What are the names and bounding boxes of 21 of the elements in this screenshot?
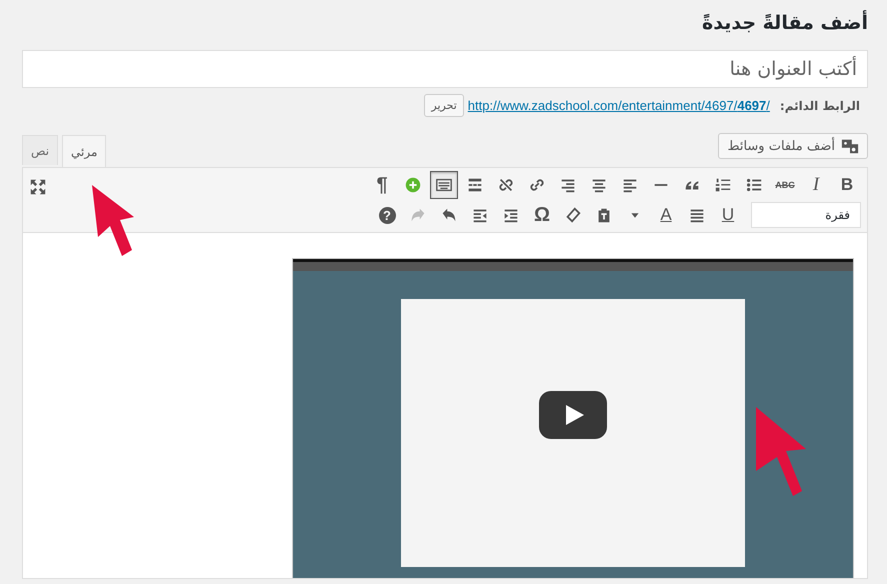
toolbar-button[interactable]: ABC — [771, 171, 799, 199]
permalink-link[interactable]: http://www.zadschool.com/entertainment/4697/4697/ — [468, 98, 770, 113]
toolbar-button[interactable]: I — [802, 171, 830, 199]
toolbar-toggle-icon[interactable] — [430, 171, 458, 199]
permalink-label: الرابط الدائم: — [780, 98, 860, 112]
page-title: أضف مقالةً جديدةً — [701, 9, 868, 36]
format-select[interactable]: فقرة — [751, 202, 861, 228]
toolbar-button[interactable]: ? — [373, 201, 401, 229]
toolbar-button[interactable]: U — [714, 201, 742, 229]
toolbar-button[interactable]: ¶ — [368, 171, 396, 199]
media-icon — [841, 137, 859, 155]
edit-permalink-button[interactable]: تحرير — [424, 94, 464, 117]
play-button-icon[interactable] — [539, 391, 607, 439]
editor-tab[interactable]: نص — [22, 135, 58, 165]
add-media-button[interactable]: أضف ملفات وسائط — [718, 133, 868, 159]
toolbar-button[interactable]: A — [652, 201, 680, 229]
title-field[interactable]: أكتب العنوان هنا — [22, 50, 868, 88]
fullscreen-icon[interactable] — [29, 178, 47, 196]
editor-tab[interactable]: مرئي — [62, 135, 106, 167]
toolbar-button[interactable]: B — [833, 171, 861, 199]
toolbar-button[interactable]: Ω — [528, 201, 556, 229]
